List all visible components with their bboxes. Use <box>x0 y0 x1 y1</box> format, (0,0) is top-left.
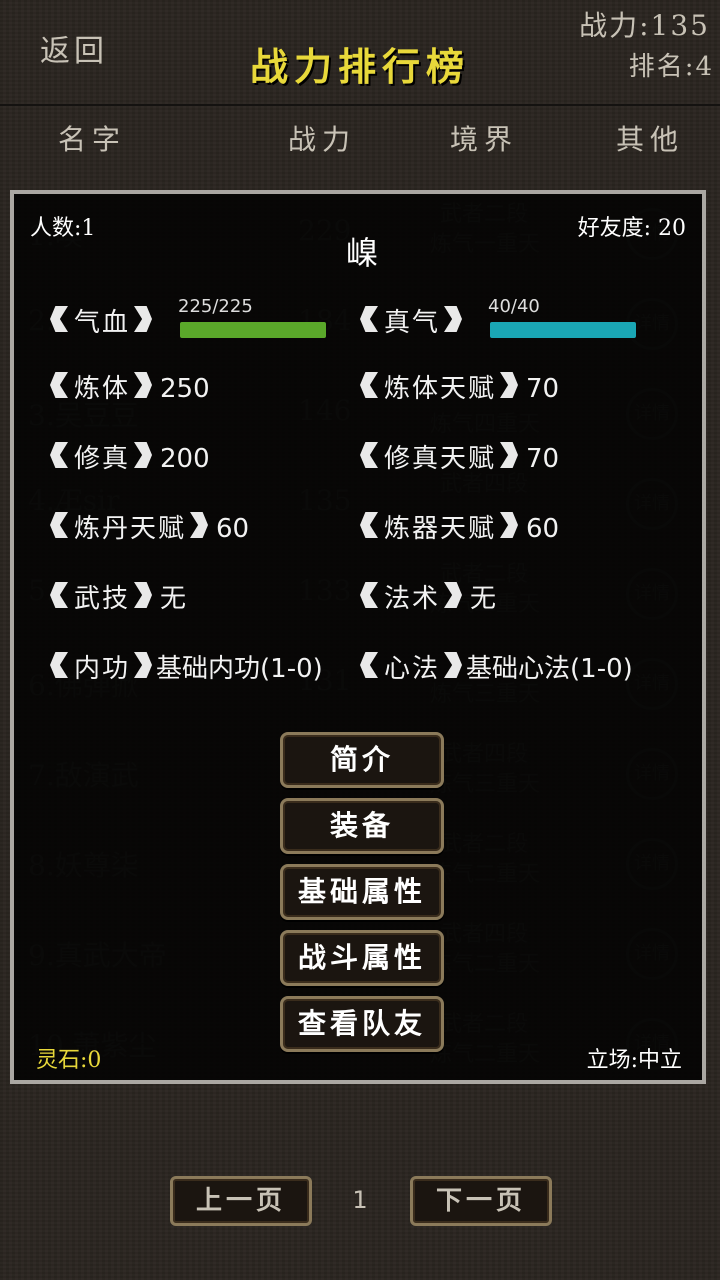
spell-label: 法术 <box>360 578 462 615</box>
power-readout: 战力:135 <box>579 9 710 42</box>
column-headers: 名字 战力 境界 其他 <box>0 118 720 158</box>
col-realm: 境界 <box>450 123 519 156</box>
qi-attr: 真气 <box>360 302 462 338</box>
cult-talent-attr: 修真天赋 70 <box>360 438 559 474</box>
martial-value: 无 <box>160 584 187 614</box>
rank-readout: 排名:4 <box>628 52 714 82</box>
spell-value: 无 <box>470 584 497 614</box>
alchemy-talent-label: 炼丹天赋 <box>50 508 208 545</box>
body-attr: 炼体 250 <box>50 368 210 404</box>
battle-attr-button[interactable]: 战斗属性 <box>280 930 444 986</box>
cult-attr: 修真 200 <box>50 438 210 474</box>
player-detail-panel: 人数:1 好友度: 20 嵲 气血 225/225 真气 40/40 炼体 250… <box>10 190 706 1084</box>
forge-talent-attr: 炼器天赋 60 <box>360 508 559 544</box>
body-value: 250 <box>160 374 210 404</box>
cult-talent-label: 修真天赋 <box>360 438 518 475</box>
martial-label: 武技 <box>50 578 152 615</box>
stance: 立场:中立 <box>586 1048 682 1073</box>
col-name: 名字 <box>58 123 127 156</box>
cult-label: 修真 <box>50 438 152 475</box>
hp-value: 225/225 <box>178 296 253 317</box>
mind-value: 基础心法(1-0) <box>466 654 633 684</box>
mind-attr: 心法 基础心法(1-0) <box>360 648 633 684</box>
header-divider <box>0 104 720 106</box>
base-attr-button[interactable]: 基础属性 <box>280 864 444 920</box>
body-talent-value: 70 <box>526 374 560 404</box>
next-page-button[interactable]: 下一页 <box>410 1176 552 1226</box>
body-talent-label: 炼体天赋 <box>360 368 518 405</box>
spirit-stone: 灵石:0 <box>36 1048 102 1073</box>
equip-button[interactable]: 装备 <box>280 798 444 854</box>
hp-attr: 气血 <box>50 302 152 338</box>
qi-label: 真气 <box>360 302 462 339</box>
col-other: 其他 <box>616 123 685 156</box>
forge-talent-label: 炼器天赋 <box>360 508 518 545</box>
martial-attr: 武技无 <box>50 578 186 614</box>
alchemy-talent-attr: 炼丹天赋 60 <box>50 508 249 544</box>
mind-label: 心法 <box>360 648 462 685</box>
body-label: 炼体 <box>50 368 152 405</box>
alchemy-talent-value: 60 <box>216 514 250 544</box>
col-power: 战力 <box>288 123 357 156</box>
cult-talent-value: 70 <box>526 444 560 474</box>
inner-label: 内功 <box>50 648 152 685</box>
inner-attr: 内功 基础内功(1-0) <box>50 648 323 684</box>
spell-attr: 法术无 <box>360 578 496 614</box>
inner-value: 基础内功(1-0) <box>156 654 323 684</box>
hp-label: 气血 <box>50 302 152 339</box>
intro-button[interactable]: 简介 <box>280 732 444 788</box>
hp-bar <box>180 322 326 338</box>
top-bar: 返回 战力排行榜 战力:135 排名:4 <box>0 0 720 104</box>
qi-value: 40/40 <box>488 296 540 317</box>
qi-bar <box>490 322 636 338</box>
teammates-button[interactable]: 查看队友 <box>280 996 444 1052</box>
forge-talent-value: 60 <box>526 514 560 544</box>
cult-value: 200 <box>160 444 210 474</box>
page-title: 战力排行榜 <box>249 44 470 89</box>
page-number: 1 <box>352 1186 368 1214</box>
prev-page-button[interactable]: 上一页 <box>170 1176 312 1226</box>
body-talent-attr: 炼体天赋 70 <box>360 368 559 404</box>
player-name: 嵲 <box>345 234 378 272</box>
